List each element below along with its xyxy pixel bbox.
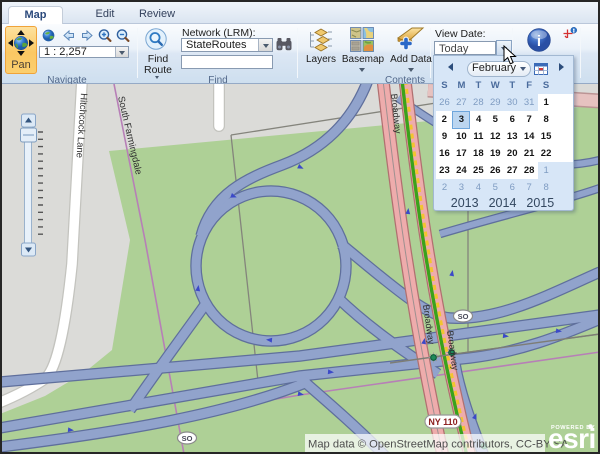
svg-text:SO: SO [458, 312, 469, 321]
svg-text:NY 110: NY 110 [428, 417, 457, 427]
svg-text:Map data © OpenStreetMap contr: Map data © OpenStreetMap contributors, C… [308, 439, 569, 451]
svg-text:esri: esri [548, 423, 596, 452]
svg-text:i: i [537, 33, 541, 50]
svg-text:SO: SO [182, 434, 193, 443]
